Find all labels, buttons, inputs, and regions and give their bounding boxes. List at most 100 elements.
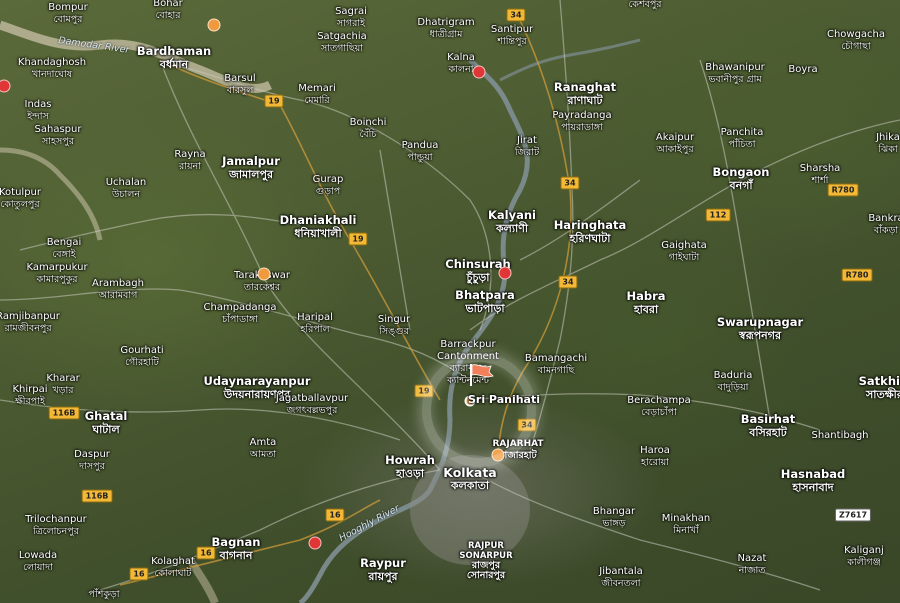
- place-label[interactable]: Bankraবাঁকড়া: [868, 213, 900, 237]
- place-label[interactable]: Bhawanipur ভবানীপুর গ্রাম: [705, 62, 765, 86]
- place-label[interactable]: Kolaghat কোলাঘাট: [151, 556, 195, 580]
- satellite-map[interactable]: Damodar River Hooghly River Bompur বোমপুর…: [0, 0, 900, 603]
- place-label[interactable]: Haripal হরিপাল: [297, 312, 333, 336]
- place-label[interactable]: Howrah হাওড়া: [385, 454, 435, 481]
- place-label[interactable]: Sahaspur সাহসপুর: [35, 124, 82, 148]
- place-label[interactable]: Uchalan উচালন: [106, 177, 147, 201]
- place-label[interactable]: Sagrai সাগরাই: [335, 6, 367, 30]
- place-label[interactable]: Haringhata হরিণঘাটা: [554, 219, 627, 246]
- place-label[interactable]: Nazat নাজাত: [738, 553, 767, 577]
- place-native: দাসপুর: [79, 461, 105, 472]
- place-label[interactable]: Ghatal ঘাটাল: [85, 410, 128, 437]
- place-marker[interactable]: [308, 536, 322, 550]
- place-marker[interactable]: [472, 65, 486, 79]
- place-label[interactable]: Bengai বেঙ্গাই: [47, 237, 82, 261]
- place-name: Bardhaman: [136, 44, 212, 58]
- place-label[interactable]: Jagatballavpur জগৎবল্লভপুর: [276, 393, 348, 417]
- place-label[interactable]: Payradanga পায়রাডাঙ্গা: [552, 110, 611, 134]
- place-label[interactable]: Dhatrigram ধাত্রীগ্রাম: [417, 17, 474, 41]
- place-label[interactable]: Jirat জিরাট: [515, 135, 539, 159]
- place-label[interactable]: Baduria বাদুড়িয়া: [714, 370, 753, 394]
- place-label[interactable]: RAJPUR SONARPUR রাজপুর সোনারপুর: [456, 541, 516, 581]
- place-label[interactable]: Hasnabad হাসনাবাদ: [781, 468, 845, 495]
- place-label[interactable]: Kamarpukur কামারপুকুর: [26, 262, 87, 286]
- place-native: বাঁকড়া: [873, 225, 899, 236]
- place-label[interactable]: Satkhiraসাতক্ষীরা: [859, 375, 900, 402]
- place-label[interactable]: Jamalpur জামালপুর: [222, 155, 280, 182]
- place-label[interactable]: Trilochanpur ত্রিলোচনপুর: [25, 514, 87, 538]
- place-name: Lowada: [18, 550, 58, 561]
- place-label[interactable]: Champadanga চাঁপাডাঙ্গা: [204, 302, 277, 326]
- place-name: Sagrai: [335, 6, 367, 17]
- place-label[interactable]: Boyra: [788, 64, 817, 76]
- place-label[interactable]: Swarupnagar স্বরূপনগর: [717, 316, 803, 343]
- place-name: Gurap: [312, 174, 344, 185]
- place-label[interactable]: Minakhan মিনাখাঁ: [662, 513, 710, 537]
- place-name: Dhaniakhali: [279, 213, 357, 227]
- place-native: কামারপুকুর: [36, 274, 78, 285]
- place-label[interactable]: Barsul বারসুল: [224, 73, 255, 97]
- place-marker[interactable]: [498, 266, 512, 280]
- place-name: Kolaghat: [151, 556, 195, 567]
- place-label[interactable]: Memari মেমারি: [298, 83, 336, 107]
- place-label[interactable]: Boinchi বৈঁচি: [350, 117, 387, 141]
- place-label[interactable]: Kolkata কলকাতা: [443, 466, 497, 492]
- place-label[interactable]: Lowada লোয়াদা: [19, 550, 57, 574]
- place-label[interactable]: Panchita পাঁচিতা: [721, 127, 764, 151]
- place-name: Jhika: [876, 132, 900, 143]
- place-label[interactable]: Kharar খড়ার: [46, 373, 79, 397]
- place-label[interactable]: Bamangachi বামনগাছি: [525, 353, 587, 377]
- place-label[interactable]: Berachampa বেড়াচাঁপা: [627, 395, 690, 419]
- place-label[interactable]: Gourhati গৌরহাটি: [120, 345, 163, 369]
- place-label[interactable]: Kaliganj কালীগঞ্জ: [844, 545, 884, 569]
- place-label[interactable]: Shantibagh: [811, 430, 868, 442]
- place-label[interactable]: Haroa হারোয়া: [640, 445, 670, 469]
- place-label[interactable]: Bongaon বনগাঁ: [712, 165, 770, 193]
- place-label[interactable]: Bhatpara ভাটপাড়া: [455, 289, 515, 316]
- place-label[interactable]: কেশবপুর: [628, 0, 661, 11]
- place-label[interactable]: Daspur দাসপুর: [74, 449, 110, 473]
- place-label[interactable]: Ranaghat রাণাঘাট: [554, 81, 616, 108]
- place-label[interactable]: Kalyani কল্যাণী: [488, 209, 536, 236]
- place-label[interactable]: Habra হাবরা: [626, 290, 665, 317]
- place-label[interactable]: Bohar বোহার: [153, 0, 183, 22]
- place-name: Kaliganj: [844, 545, 884, 556]
- place-label[interactable]: Bardhaman বর্ধমান: [136, 44, 212, 72]
- place-label[interactable]: পাঁশকুড়া: [88, 589, 119, 601]
- place-label[interactable]: Bompur বোমপুর: [48, 2, 88, 26]
- place-label[interactable]: Kalna কালনা: [447, 52, 475, 76]
- place-label[interactable]: Gurap গুড়াপ: [313, 174, 344, 198]
- place-label[interactable]: Santipur শান্তিপুর: [491, 24, 533, 48]
- selected-place-label[interactable]: Sri Panihati: [468, 394, 540, 406]
- place-name: Chowgacha: [826, 29, 886, 40]
- place-label[interactable]: Jibantala জীবনতলা: [599, 566, 643, 590]
- place-name: Uchalan: [105, 177, 147, 188]
- place-label[interactable]: Jhika ঝিকা: [876, 132, 900, 156]
- place-marker[interactable]: [257, 267, 271, 281]
- place-label[interactable]: Satgachia সাতগাছিয়া: [317, 31, 367, 55]
- place-label[interactable]: Bagnan বাগনান: [212, 536, 261, 563]
- place-marker[interactable]: [207, 18, 221, 32]
- place-label[interactable]: Singur সিঙ্গুর: [378, 314, 410, 338]
- place-native: সাতক্ষীরা: [865, 388, 900, 401]
- place-label[interactable]: Basirhat বসিরহাট: [741, 413, 795, 440]
- place-label[interactable]: Kotulpur কোতুলপুর: [0, 187, 41, 211]
- place-name: Bongaon: [712, 165, 770, 179]
- place-label[interactable]: Raypur রায়পুর: [360, 557, 406, 584]
- place-label[interactable]: Akaipur আকাইপুর: [656, 132, 694, 156]
- place-native: বারসুল: [226, 85, 254, 96]
- place-label[interactable]: Ramjibanpur রামজীবনপুর: [0, 311, 60, 335]
- place-label[interactable]: Dhaniakhali ধনিয়াখালী: [279, 213, 357, 241]
- place-label[interactable]: Arambagh আরামবাগ: [92, 278, 144, 302]
- place-label[interactable]: Chowgacha চৌগাছা: [827, 29, 885, 53]
- place-name: Barsul: [224, 73, 256, 84]
- place-label[interactable]: Khandaghosh খানদাঘোষ: [18, 57, 86, 81]
- place-label[interactable]: Rayna রায়না: [174, 149, 205, 173]
- place-label[interactable]: Gaighata গাইঘাটা: [661, 240, 707, 264]
- place-name: Memari: [298, 83, 336, 94]
- place-label[interactable]: Pandua পান্ডুয়া: [402, 140, 439, 164]
- place-label[interactable]: Amta আমতা: [250, 437, 277, 461]
- place-label[interactable]: Khirpai ক্ষীরপাই: [12, 384, 47, 408]
- place-label[interactable]: Bhangar ভাঙ্গড়: [593, 506, 635, 530]
- place-label[interactable]: Indas ইন্দাস: [25, 99, 52, 123]
